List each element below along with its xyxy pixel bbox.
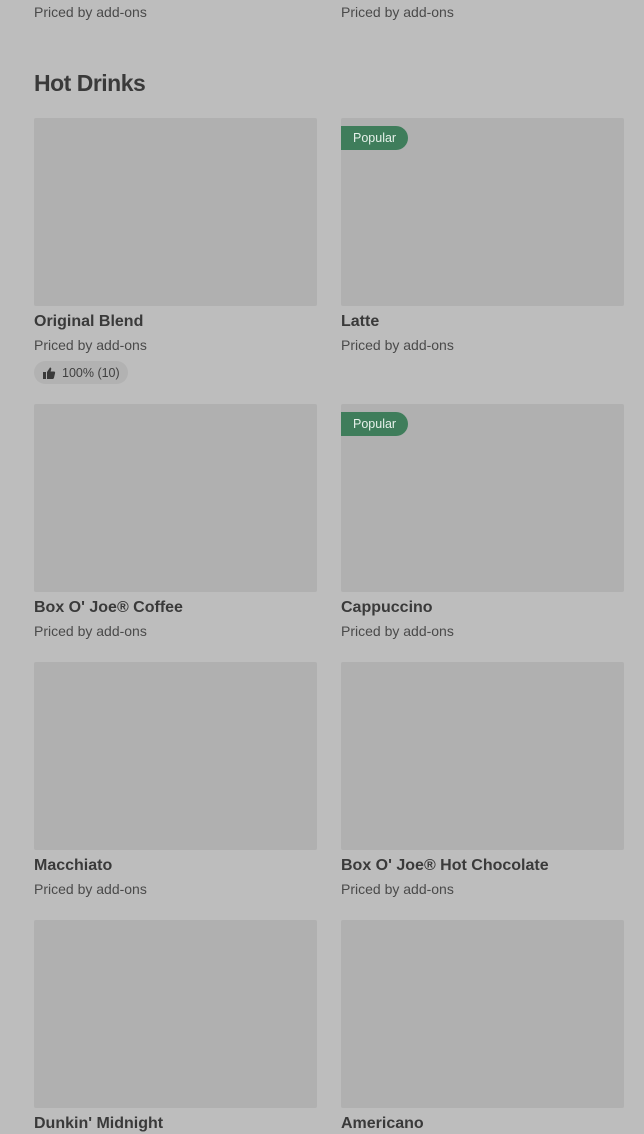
item-image-placeholder[interactable] xyxy=(34,662,317,850)
menu-item-americano[interactable]: Americano xyxy=(341,920,624,1134)
menu-item-box-o-joe-hot-chocolate[interactable]: Box O' Joe® Hot Chocolate Priced by add-… xyxy=(341,662,624,920)
menu-item-cappuccino[interactable]: Popular Cappuccino Priced by add-ons xyxy=(341,404,624,662)
item-price: Priced by add-ons xyxy=(341,623,454,639)
thumbs-up-icon xyxy=(42,366,56,380)
item-image-placeholder[interactable] xyxy=(341,920,624,1108)
item-name: Americano xyxy=(341,1115,424,1132)
popular-badge: Popular xyxy=(341,412,409,436)
item-name: Cappuccino xyxy=(341,599,433,616)
item-image-placeholder[interactable] xyxy=(341,662,624,850)
price-label: Priced by add-ons xyxy=(341,4,454,20)
item-price: Priced by add-ons xyxy=(34,881,147,897)
previous-section-row: Priced by add-ons Priced by add-ons xyxy=(34,4,624,20)
item-image-placeholder[interactable] xyxy=(34,920,317,1108)
rating-badge: 100% (10) xyxy=(34,361,128,384)
item-price: Priced by add-ons xyxy=(341,337,454,353)
item-name: Box O' Joe® Coffee xyxy=(34,599,183,616)
item-name: Macchiato xyxy=(34,857,113,874)
menu-item-dunkin-midnight[interactable]: Dunkin' Midnight xyxy=(34,920,317,1134)
item-name: Original Blend xyxy=(34,313,144,330)
item-name: Box O' Joe® Hot Chocolate xyxy=(341,857,549,874)
menu-item-original-blend[interactable]: Original Blend Priced by add-ons 100% (1… xyxy=(34,118,317,404)
rating-text: 100% (10) xyxy=(62,365,120,380)
item-price: Priced by add-ons xyxy=(341,881,454,897)
item-image-placeholder[interactable] xyxy=(34,118,317,306)
menu-item-latte[interactable]: Popular Latte Priced by add-ons xyxy=(341,118,624,404)
item-name: Dunkin' Midnight xyxy=(34,1115,164,1132)
item-name: Latte xyxy=(341,313,380,330)
popular-badge: Popular xyxy=(341,126,409,150)
item-price: Priced by add-ons xyxy=(34,623,147,639)
menu-item-macchiato[interactable]: Macchiato Priced by add-ons xyxy=(34,662,317,920)
item-image-placeholder[interactable] xyxy=(34,404,317,592)
section-title: Hot Drinks xyxy=(34,70,146,96)
menu-grid: Original Blend Priced by add-ons 100% (1… xyxy=(34,118,624,1134)
price-label: Priced by add-ons xyxy=(34,4,147,20)
item-price: Priced by add-ons xyxy=(34,337,147,353)
menu-item-box-o-joe-coffee[interactable]: Box O' Joe® Coffee Priced by add-ons xyxy=(34,404,317,662)
